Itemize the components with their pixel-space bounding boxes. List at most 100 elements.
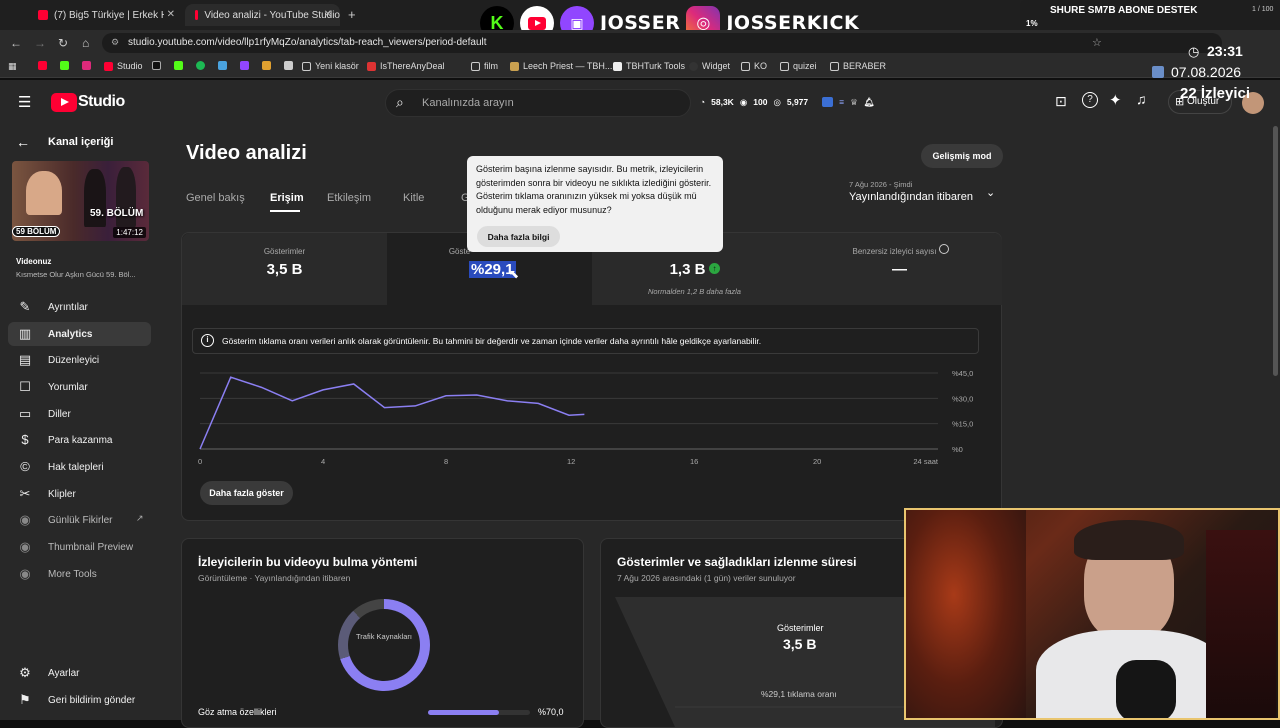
bookmark-kick2-icon[interactable] [174,61,183,70]
ctr-series-line[interactable] [199,376,585,450]
bookmark-kick-icon[interactable] [60,61,69,70]
page-scrollbar[interactable] [1273,126,1278,376]
metric-impressions[interactable]: Gösterimler 3,5 B [182,233,387,305]
sidebar-item-send-feedback[interactable]: ⚑ Geri bildirim gönder [8,688,151,712]
sidebar-item-editor[interactable]: ▤ Düzenleyici [8,348,151,372]
search-placeholder: Kanalınızda arayın [422,97,514,109]
channel-search-input[interactable]: ⌕ Kanalınızda arayın [385,89,691,117]
home-icon[interactable]: ⌂ [82,36,89,50]
bookmark-film[interactable]: film [471,61,498,71]
sidebar-item-details[interactable]: ✎ Ayrıntılar [8,295,151,319]
x-tick-label: 16 [690,457,698,466]
bookmark-youtube-icon[interactable] [38,61,47,70]
channel-content-link[interactable]: Kanal içeriği [48,136,113,148]
advanced-mode-button[interactable]: Gelişmiş mod [921,144,1003,168]
bookmark-tool-icon[interactable] [218,61,227,70]
bookmark-beraber[interactable]: BERABER [830,61,886,71]
active-tab-underline [270,210,300,212]
bookmark-widget[interactable]: Widget [689,61,730,71]
sidebar-item-monetization[interactable]: $ Para kazanma [8,428,151,452]
thumbnail-episode-text: 59. BÖLÜM [90,208,144,219]
sparkle-icon[interactable]: ✦ [1109,91,1122,109]
list-icon[interactable]: ≡ [839,97,844,107]
sidebar-item-comments[interactable]: ☐ Yorumlar [8,375,151,399]
sidebar-item-more-tools[interactable]: ◉ More Tools [8,562,151,586]
extension-icon[interactable] [822,97,834,107]
reload-icon[interactable]: ↻ [58,36,68,50]
editor-film-icon: ▤ [18,352,32,367]
chevron-down-icon[interactable]: ⌄ [986,186,995,199]
bookmark-folder[interactable]: Yeni klasör [302,61,359,71]
info-clock-icon[interactable] [939,244,949,254]
sidebar-item-daily-ideas[interactable]: ◉ Günlük Fikirler ↗ [8,508,151,532]
award-icon[interactable]: ♕ [850,97,858,108]
x-tick-label: 12 [567,457,575,466]
bookmark-tiktok-icon[interactable] [152,61,161,70]
donut-center-label: Trafik Kaynakları [356,632,412,641]
traffic-sources-card: İzleyicilerin bu videoyu bulma yöntemi G… [181,538,584,728]
sidebar-item-copyright-claims[interactable]: © Hak talepleri [8,455,151,479]
learn-more-button[interactable]: Daha fazla bilgi [477,226,560,247]
sidebar-item-settings[interactable]: ⚙ Ayarlar [8,661,151,685]
traffic-donut-chart[interactable]: Trafik Kaynakları [338,599,430,691]
bookmark-leech-priest[interactable]: Leech Priest — TBH... [510,61,612,71]
show-more-button[interactable]: Daha fazla göster [200,481,293,505]
channel-stats-bar[interactable]: ◔ 58,3K ◉ 100 ◎ 5,977 ≡ ♕ 🔔︎ [700,93,875,111]
video-title[interactable]: Kısmetse Olur Aşkın Gücü 59. Böl... [16,270,136,279]
url-field[interactable]: ⚙ studio.youtube.com/video/llp1rfyMqZo/a… [102,33,1222,53]
copyright-claim-icon: © [20,459,30,474]
new-tab-icon[interactable]: + [348,7,356,22]
funnel-impressions-label: Gösterimler [777,623,824,633]
tab-overview[interactable]: Genel bakış [186,192,245,204]
close-tab-icon[interactable]: ✕ [324,9,332,20]
date-range-label[interactable]: Yayınlandığından itibaren [849,191,973,203]
bookmark-instagram-icon[interactable] [82,61,91,70]
close-tab-icon[interactable]: ✕ [167,9,175,20]
sidebar-item-thumbnail-preview[interactable]: ◉ Thumbnail Preview [8,535,151,559]
feedback-icon[interactable]: ⊡ [1055,93,1067,110]
bookmark-star-icon[interactable]: ☆ [1092,36,1102,49]
bookmark-misc2-icon[interactable] [284,61,293,70]
help-icon[interactable]: ? [1082,92,1098,108]
site-info-icon[interactable]: ⚙ [111,37,119,48]
extension-dot-icon: ◉ [19,566,31,581]
tab-reach[interactable]: Erişim [270,192,304,204]
sidebar-item-languages[interactable]: ▭ Diller [8,402,151,426]
bookmark-spotify-icon[interactable] [196,61,205,70]
tab-audience[interactable]: Kitle [403,192,424,204]
stream-viewer-count: 22 İzleyici [1180,85,1251,102]
tab-engagement[interactable]: Etkileşim [327,192,371,204]
bell-small-icon[interactable]: 🔔︎ [864,97,875,108]
youtube-logo-icon[interactable] [51,93,77,112]
apps-grid-icon[interactable]: ▦ [8,61,17,72]
feedback-flag-icon: ⚑ [19,692,31,707]
bookmark-quizei[interactable]: quizei [780,61,817,71]
studio-header: ☰ Studio ⌕ Kanalınızda arayın ◔ 58,3K ◉ 10… [0,80,1280,126]
bookmark-isthereanydeal[interactable]: IsThereAnyDeal [367,61,445,71]
metric-unique-viewers[interactable]: Benzersiz izleyici sayısı — [797,233,1002,305]
browser-tab[interactable]: (7) Big5 Türkiye | Erkek Hazırlık ✕ [28,4,183,26]
studio-logo-text[interactable]: Studio [78,93,125,111]
back-arrow-icon[interactable]: ← [10,36,22,50]
video-thumbnail[interactable]: 59. BÖLÜM 59 BÖLÜM 1:47:12 [12,161,149,241]
browser-tab-active[interactable]: Video analizi - YouTube Studio ✕ [185,4,340,26]
forward-arrow-icon[interactable]: → [34,36,46,50]
menu-hamburger-icon[interactable]: ☰ [18,93,31,111]
bookmark-twitch-icon[interactable] [240,61,249,70]
bookmark-tbhturk[interactable]: TBHTurk Tools [613,61,685,71]
sidebar-item-analytics[interactable]: ▥ Analytics [8,322,151,346]
bookmark-studio[interactable]: Studio [104,61,143,71]
search-icon[interactable]: ⌕ [396,94,404,111]
ctr-line-chart: %0 %15,0 %30,0 %45,0 0 4 8 12 16 20 24 saat [198,369,973,466]
donation-count: 1 / 100 [1252,6,1274,13]
scissors-icon: ✂ [19,486,31,501]
bookmark-misc-icon[interactable] [262,61,271,70]
y-tick-label: %15,0 [952,420,973,429]
trend-up-icon: ↑ [709,263,720,274]
y-tick-label: %45,0 [952,369,973,378]
bookmark-ko[interactable]: KO [741,61,767,71]
sidebar-item-clips[interactable]: ✂ Klipler [8,482,151,506]
back-arrow-icon[interactable]: ← [16,134,30,150]
x-tick-label: 24 saat [913,457,939,466]
notification-bell-icon[interactable]: ♫ [1136,91,1147,107]
